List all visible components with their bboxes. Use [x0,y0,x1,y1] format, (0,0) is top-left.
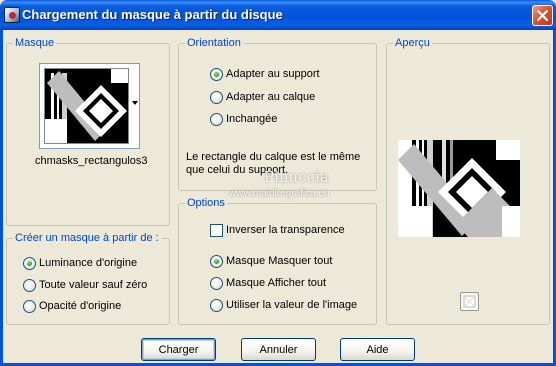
window-frame-left [0,30,3,366]
invert-transparency-checkbox[interactable]: Inverser la transparence [210,223,345,237]
mask-picker-button[interactable] [39,63,140,149]
radio-indicator [23,299,36,313]
checkbox-label: Inverser la transparence [226,224,345,236]
radio-indicator [23,278,36,292]
window-title: Chargement du masque à partir du disque [22,7,283,22]
annuler-label: Annuler [259,343,298,356]
radio-inchangee[interactable]: Inchangée [210,112,277,126]
radio-luminance-origine[interactable]: Luminance d'origine [23,256,137,270]
radio-label: Inchangée [226,113,278,125]
radio-label: Adapter au support [226,68,320,80]
app-icon [4,7,20,23]
close-icon [537,10,548,21]
radio-adapter-support[interactable]: Adapter au support [210,67,320,81]
options-legend: Options [185,197,227,210]
radio-toute-valeur[interactable]: Toute valeur sauf zéro [23,278,147,292]
aide-label: Aide [366,343,389,356]
radio-indicator [210,67,223,81]
aide-button[interactable]: Aide [340,338,415,361]
radio-label: Utiliser la valeur de l'image [226,299,358,311]
mask-preview [398,140,520,237]
charger-button[interactable]: Charger [141,338,216,361]
mask-thumbnail [44,68,129,144]
charger-label: Charger [158,343,199,356]
orientation-legend: Orientation [185,37,243,50]
radio-indicator [210,112,223,126]
annuler-button[interactable]: Annuler [241,338,316,361]
radio-indicator [210,254,223,268]
transparency-icon [463,295,476,308]
radio-indicator [210,90,223,104]
radio-masquer-tout[interactable]: Masque Masquer tout [210,254,332,268]
title-bar[interactable]: Chargement du masque à partir du disque [0,0,556,30]
creer-legend: Créer un masque à partir de : [13,232,161,245]
radio-label: Masque Afficher tout [226,277,327,289]
checkbox-indicator [210,223,223,237]
preview-toggle-button[interactable] [460,292,479,311]
masque-legend: Masque [13,37,57,50]
radio-indicator [210,298,223,312]
chevron-down-icon [132,101,138,105]
radio-label: Toute valeur sauf zéro [39,279,148,291]
radio-afficher-tout[interactable]: Masque Afficher tout [210,276,326,290]
radio-label: Luminance d'origine [39,257,138,269]
apercu-legend: Aperçu [393,37,432,50]
radio-label: Opacité d'origine [39,300,122,312]
mask-file-name: chmasks_rectangulos3 [35,155,148,167]
close-button[interactable] [532,5,553,26]
radio-indicator [210,276,223,290]
radio-label: Adapter au calque [226,91,316,103]
radio-indicator [23,256,36,270]
radio-opacite-origine[interactable]: Opacité d'origine [23,299,121,313]
radio-label: Masque Masquer tout [226,255,333,267]
radio-adapter-calque[interactable]: Adapter au calque [210,90,315,104]
radio-valeur-image[interactable]: Utiliser la valeur de l'image [210,298,357,312]
orientation-description: Le rectangle du calque est le même que c… [186,151,361,176]
